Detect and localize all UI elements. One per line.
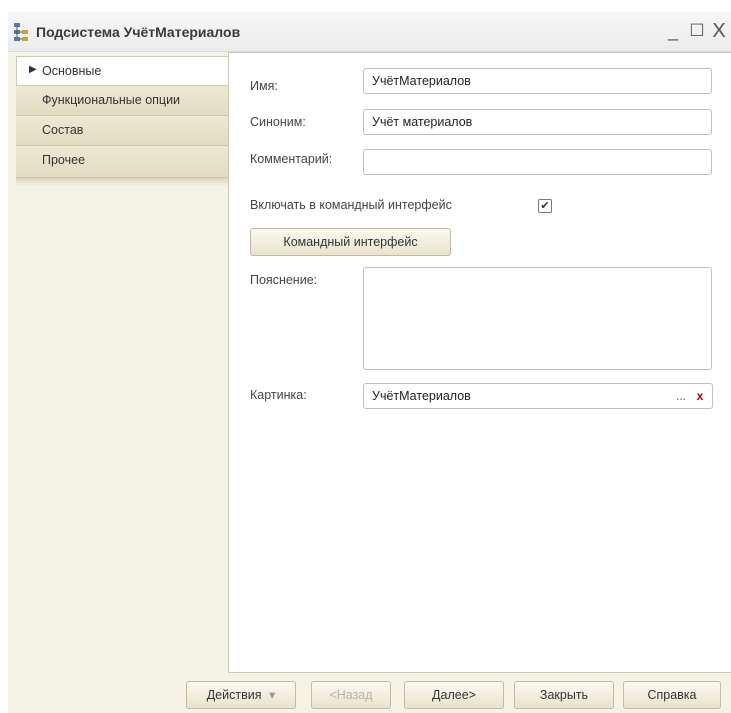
name-input[interactable]: [363, 68, 712, 94]
subsystem-tree-icon: [14, 23, 28, 41]
tab-main[interactable]: ▶ Основные: [16, 56, 228, 86]
include-in-command-interface-label: Включать в командный интерфейс: [250, 198, 452, 212]
picture-clear-icon[interactable]: x: [691, 386, 709, 406]
tab-other[interactable]: Прочее: [16, 146, 228, 178]
tab-label: Основные: [42, 64, 102, 78]
help-button[interactable]: Справка: [623, 681, 721, 709]
explanation-label: Пояснение:: [250, 273, 318, 287]
back-button[interactable]: <Назад: [311, 681, 391, 709]
picture-field[interactable]: УчётМатериалов: [363, 383, 713, 409]
picture-label: Картинка:: [250, 388, 307, 402]
minimize-button[interactable]: _: [662, 20, 684, 42]
tab-list-shadow: [16, 178, 228, 186]
maximize-button[interactable]: ☐: [686, 20, 708, 42]
synonym-label: Синоним:: [250, 115, 306, 129]
actions-menu-button[interactable]: Действия ▾: [186, 681, 296, 709]
close-window-button[interactable]: X: [708, 20, 730, 42]
dialog-frame: ▶ Основные Функциональные опции Состав П…: [8, 52, 731, 713]
synonym-input[interactable]: [363, 109, 712, 135]
comment-label: Комментарий:: [250, 152, 333, 166]
comment-input[interactable]: [363, 149, 712, 175]
tab-label: Функциональные опции: [42, 93, 181, 107]
actions-label: Действия: [206, 688, 262, 702]
picture-select-button[interactable]: ...: [672, 386, 690, 406]
tab-label: Прочее: [42, 153, 86, 167]
window-title: Подсистема УчётМатериалов: [36, 24, 241, 40]
command-interface-button[interactable]: Командный интерфейс: [250, 228, 451, 256]
tab-content[interactable]: Состав: [16, 116, 228, 146]
tab-active-arrow-icon: ▶: [29, 64, 37, 75]
name-label: Имя:: [250, 79, 278, 93]
chevron-down-icon: ▾: [268, 688, 276, 702]
explanation-textarea[interactable]: [363, 267, 712, 370]
title-bar: Подсистема УчётМатериалов _ ☐ X: [8, 12, 731, 52]
tab-functional-options[interactable]: Функциональные опции: [16, 86, 228, 116]
close-button[interactable]: Закрыть: [514, 681, 614, 709]
include-in-command-interface-checkbox[interactable]: ✔: [538, 199, 552, 213]
next-button[interactable]: Далее>: [404, 681, 504, 709]
picture-value: УчётМатериалов: [372, 389, 471, 403]
tab-label: Состав: [42, 123, 84, 137]
